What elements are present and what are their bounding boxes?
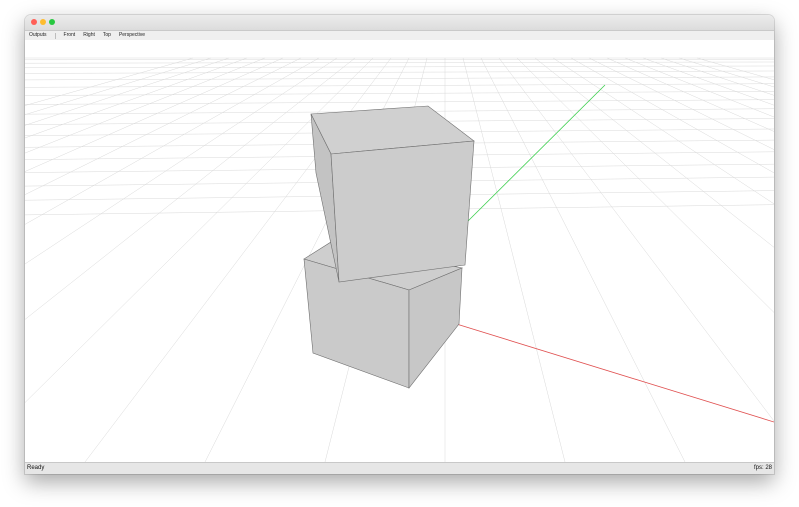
x-axis-line	[449, 321, 774, 423]
maximize-button[interactable]	[49, 19, 55, 25]
grid-line	[498, 57, 774, 422]
grid-line	[25, 99, 774, 105]
grid-line	[25, 57, 212, 115]
3d-viewport[interactable]	[25, 40, 774, 463]
grid-line	[25, 57, 284, 172]
front-view-button[interactable]: Front	[60, 31, 80, 40]
right-view-button[interactable]: Right	[79, 31, 99, 40]
grid-line	[25, 57, 230, 126]
grid-line	[462, 57, 566, 463]
outputs-button[interactable]: Outputs	[25, 31, 51, 40]
minimize-button[interactable]	[40, 19, 46, 25]
grid-line	[25, 57, 194, 106]
grid-line	[25, 57, 338, 265]
viewport-canvas[interactable]	[25, 40, 774, 463]
grid-line	[25, 58, 774, 61]
app-window: Outputs Front Right Top Perspective Read…	[25, 15, 774, 474]
perspective-view-button[interactable]: Perspective	[115, 31, 149, 40]
toolbar-separator	[54, 32, 56, 39]
status-bar: Ready fps: 28	[25, 462, 774, 474]
grid-line	[25, 57, 302, 195]
grid-line	[25, 70, 774, 74]
title-bar	[25, 15, 774, 31]
close-button[interactable]	[31, 19, 37, 25]
upper-cube[interactable]	[310, 105, 475, 283]
grid-line	[25, 57, 320, 225]
top-view-button[interactable]: Top	[99, 31, 115, 40]
grid-line	[25, 76, 774, 81]
fps-counter: fps: 28	[753, 465, 772, 471]
grid-line	[25, 57, 248, 139]
grid-line	[25, 91, 774, 96]
grid-line	[25, 65, 774, 69]
status-text: Ready	[27, 465, 45, 471]
grid-line	[480, 57, 686, 463]
grid-line	[25, 61, 774, 64]
grid-line	[25, 83, 774, 88]
